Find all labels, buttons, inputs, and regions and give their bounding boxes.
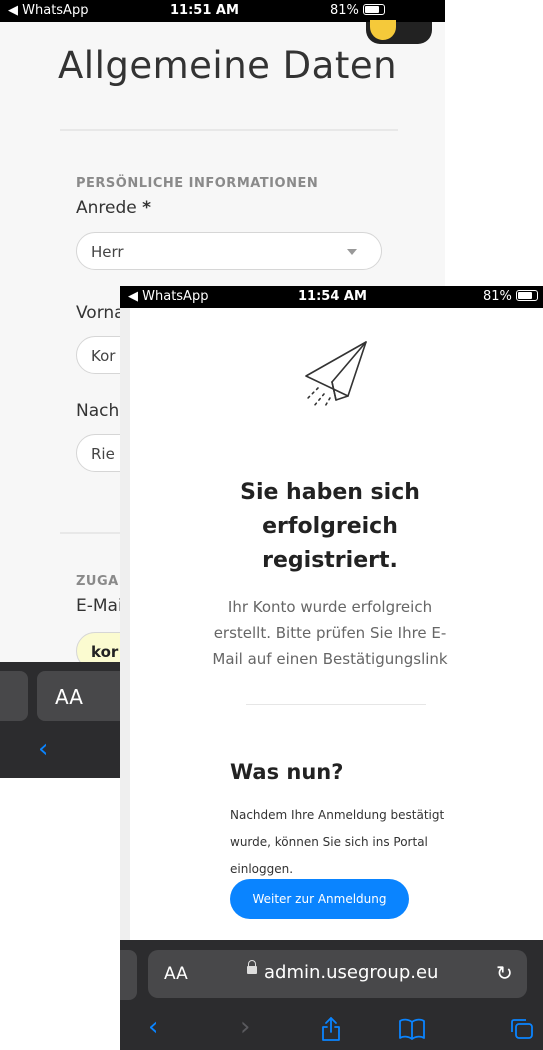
email-value: kor	[91, 643, 119, 661]
battery-icon	[362, 4, 385, 15]
anrede-value: Herr	[91, 243, 124, 261]
divider	[246, 704, 426, 705]
battery-indicator: 81%	[483, 289, 538, 304]
confirmation-screenshot: ◀ WhatsApp 11:54 AM 81% Sie haben sich e…	[120, 286, 543, 1050]
status-bar: ◀ WhatsApp 11:51 AM 81%	[0, 0, 445, 22]
page-title: Allgemeine Daten	[58, 44, 398, 87]
lock-icon	[247, 960, 257, 974]
success-message: Ihr Konto wurde erfolgreich erstellt. Bi…	[212, 598, 448, 668]
url-host: admin.usegroup.eu	[264, 962, 439, 983]
aa-label: AA	[55, 685, 83, 709]
next-steps-text: Nachdem Ihre Anmeldung bestätigt wurde, …	[230, 808, 445, 876]
battery-indicator: 81%	[330, 3, 385, 18]
paper-plane-icon	[305, 341, 367, 409]
nachname-value: Rie	[91, 445, 115, 463]
success-heading: Sie haben sich erfolgreich registriert.	[240, 480, 420, 573]
chevron-left-icon[interactable]: ‹	[38, 734, 48, 764]
nachname-label: Nach	[76, 401, 120, 421]
tabs-icon[interactable]	[510, 1018, 534, 1040]
divider	[60, 129, 398, 131]
reader-settings-button[interactable]: AA	[164, 964, 188, 984]
vorname-value: Kor	[91, 347, 116, 365]
chevron-down-icon	[347, 249, 357, 255]
status-time: 11:54 AM	[298, 289, 367, 304]
bookmarks-icon[interactable]	[398, 1018, 426, 1040]
address-bar[interactable]: AA admin.usegroup.eu ↻	[148, 950, 527, 998]
page-gutter	[120, 308, 130, 962]
chevron-right-icon[interactable]: ›	[240, 1012, 250, 1042]
anrede-label: Anrede *	[76, 198, 152, 218]
email-label: E-Mai	[76, 596, 123, 616]
avatar[interactable]	[366, 20, 432, 44]
whatsapp-back-link[interactable]: ◀ WhatsApp	[128, 289, 208, 304]
toolbar-side-button[interactable]	[120, 950, 137, 1000]
continue-to-login-button[interactable]: Weiter zur Anmeldung	[230, 879, 409, 919]
status-bar: ◀ WhatsApp 11:54 AM 81%	[120, 286, 543, 308]
share-icon[interactable]	[320, 1016, 342, 1042]
anrede-select[interactable]: Herr	[76, 232, 382, 270]
reader-settings-button[interactable]: AA	[37, 671, 129, 721]
status-time: 11:51 AM	[170, 3, 239, 18]
required-marker: *	[142, 198, 152, 218]
section-personal-heading: PERSÖNLICHE INFORMATIONEN	[76, 176, 319, 191]
chevron-left-icon[interactable]: ‹	[148, 1012, 158, 1042]
battery-icon	[515, 290, 538, 301]
reload-icon[interactable]: ↻	[496, 961, 513, 985]
section-access-heading: ZUGA	[76, 574, 119, 589]
toolbar-side-button[interactable]	[0, 671, 28, 721]
next-steps-heading: Was nun?	[230, 760, 344, 784]
vorname-label: Vorna	[76, 303, 125, 323]
whatsapp-back-link[interactable]: ◀ WhatsApp	[8, 3, 88, 18]
